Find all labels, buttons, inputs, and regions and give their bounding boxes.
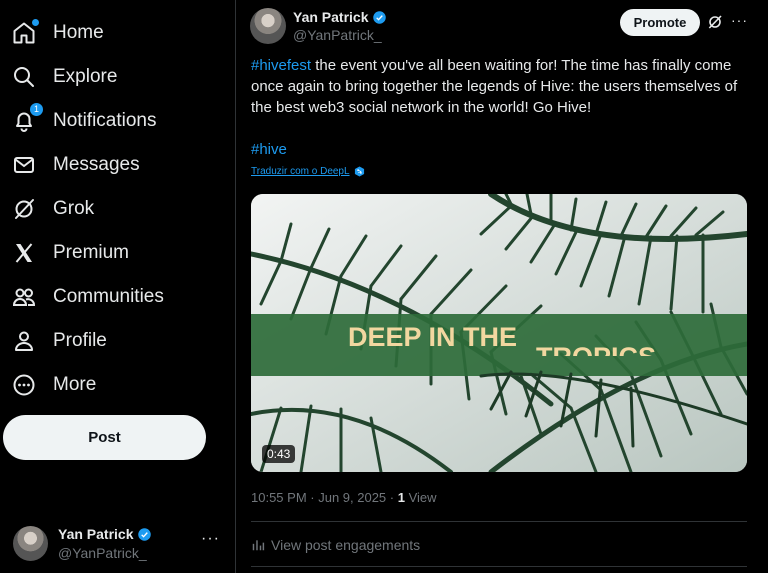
nav-notifications[interactable]: 1 Notifications: [0, 99, 157, 143]
verified-badge-icon: [372, 10, 386, 24]
analytics-icon: [252, 540, 265, 551]
account-name: Yan Patrick: [58, 526, 134, 542]
nav-notifications-label: Notifications: [53, 110, 157, 131]
video-duration: 0:43: [262, 445, 296, 463]
verified-badge-icon: [137, 527, 151, 541]
post-time[interactable]: 10:55 PM: [251, 490, 307, 505]
people-icon: [11, 284, 37, 310]
account-switcher[interactable]: Yan Patrick @YanPatrick_ ···: [0, 516, 236, 572]
nav-messages[interactable]: Messages: [0, 143, 140, 187]
post-author-name-row[interactable]: Yan Patrick: [293, 9, 387, 25]
nav-grok-label: Grok: [53, 198, 95, 219]
meta-separator: ·: [306, 490, 319, 505]
more-circle-icon: [11, 372, 37, 398]
nav-profile[interactable]: Profile: [0, 319, 107, 363]
nav-home[interactable]: Home: [0, 11, 104, 55]
person-icon: [11, 328, 37, 354]
translate-link[interactable]: Traduzir com o DeepL: [251, 166, 365, 177]
views-label: View: [404, 490, 437, 505]
account-name-row: Yan Patrick: [58, 526, 152, 542]
post-metadata: 10:55 PM · Jun 9, 2025 · 1 View: [251, 490, 437, 505]
divider: [251, 521, 747, 522]
post-author-handle[interactable]: @YanPatrick_: [293, 27, 382, 43]
home-notification-dot: [31, 18, 40, 27]
nav-explore[interactable]: Explore: [0, 55, 117, 99]
nav-grok[interactable]: Grok: [0, 187, 94, 231]
nav-home-label: Home: [53, 22, 104, 43]
divider: [251, 566, 747, 567]
grok-icon: [11, 196, 37, 222]
post-date[interactable]: Jun 9, 2025: [318, 490, 386, 505]
views-count: 1: [397, 490, 405, 505]
translate-label: Traduzir com o DeepL: [251, 166, 350, 177]
video-overlay-title: DEEP IN THE: [348, 322, 517, 352]
nav-premium-label: Premium: [53, 242, 130, 263]
post-body-text: the event you've all been waiting for! T…: [251, 57, 738, 116]
search-icon: [11, 64, 37, 90]
deepl-icon: [354, 166, 364, 177]
nav-communities-label: Communities: [53, 286, 164, 307]
post-button[interactable]: Post: [3, 415, 206, 460]
post-text: #hivefest the event you've all been wait…: [251, 55, 751, 118]
sidebar: Home Explore 1 Notifications Messages Gr…: [0, 0, 236, 573]
view-engagements-link[interactable]: View post engagements: [251, 537, 420, 553]
nav-premium[interactable]: Premium: [0, 231, 129, 275]
nav-messages-label: Messages: [53, 154, 140, 175]
hashtag-link[interactable]: #hivefest: [251, 57, 311, 74]
view-engagements-label: View post engagements: [271, 537, 421, 553]
post-author-name: Yan Patrick: [293, 9, 369, 25]
meta-separator: ·: [386, 490, 398, 505]
hashtag-link[interactable]: #hive: [251, 141, 287, 158]
nav-more-label: More: [53, 374, 97, 395]
nav-profile-label: Profile: [53, 330, 107, 351]
promote-button[interactable]: Promote: [620, 9, 700, 36]
bell-icon: 1: [11, 103, 43, 134]
account-handle: @YanPatrick_: [58, 545, 147, 561]
nav-more[interactable]: More: [0, 363, 96, 407]
post-detail: Yan Patrick @YanPatrick_ Promote ··· #hi…: [237, 0, 768, 573]
post-author-avatar[interactable]: [250, 8, 286, 44]
notifications-badge: 1: [30, 103, 43, 116]
video-player[interactable]: DEEP IN THE TROPICS 0:43: [251, 194, 747, 472]
home-icon: [11, 18, 40, 46]
grok-icon[interactable]: [707, 14, 723, 35]
nav-explore-label: Explore: [53, 66, 118, 87]
video-thumbnail: DEEP IN THE TROPICS: [251, 194, 747, 472]
x-logo-icon: [11, 240, 37, 266]
nav-communities[interactable]: Communities: [0, 275, 164, 319]
post-more-icon[interactable]: ···: [731, 12, 748, 28]
account-more-icon[interactable]: ···: [201, 530, 220, 548]
envelope-icon: [11, 152, 37, 178]
account-avatar: [13, 526, 48, 561]
